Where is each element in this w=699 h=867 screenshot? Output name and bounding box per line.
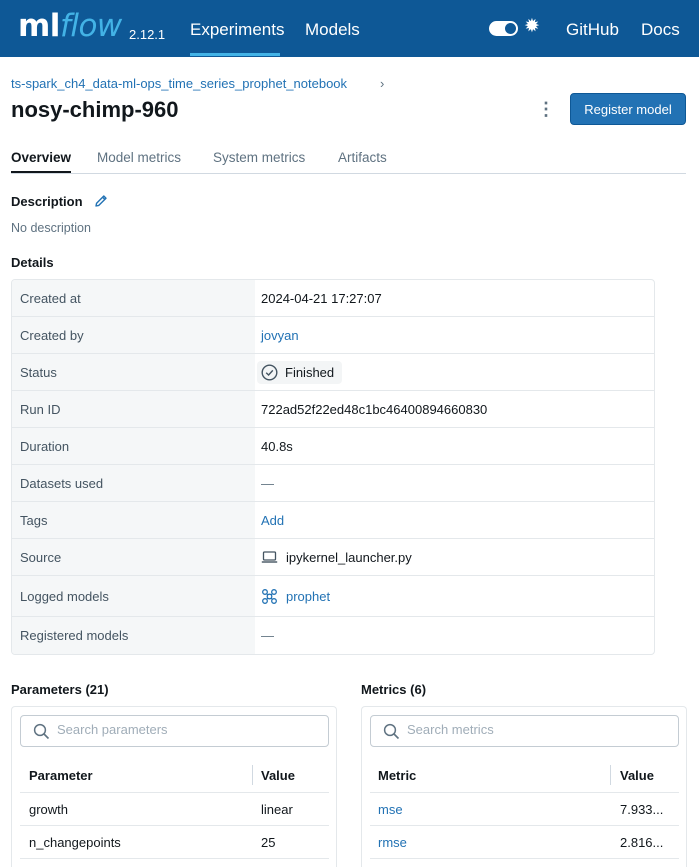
details-label: Created by	[12, 317, 255, 353]
metric-name-link[interactable]: rmse	[378, 835, 407, 850]
details-row-tags: Tags Add	[12, 502, 654, 539]
sun-icon: ✹	[524, 16, 540, 37]
metric-value: 2.816...	[620, 835, 664, 850]
nav-docs[interactable]: Docs	[641, 20, 680, 40]
details-label: Created at	[12, 280, 255, 316]
details-label: Source	[12, 539, 255, 575]
add-tag-link[interactable]: Add	[261, 502, 284, 538]
metric-value: 7.933...	[620, 802, 664, 817]
metric-name-link[interactable]: mse	[378, 802, 403, 817]
parameters-search[interactable]	[20, 715, 329, 747]
models-icon	[262, 588, 277, 604]
page-title: nosy-chimp-960	[11, 97, 179, 122]
details-heading: Details	[11, 255, 54, 270]
details-row-created-by: Created by jovyan	[12, 317, 654, 354]
details-label: Registered models	[12, 617, 255, 654]
run-id-value: 722ad52f22ed48c1bc46400894660830	[261, 401, 488, 417]
details-label: Status	[12, 354, 255, 390]
kebab-menu-icon[interactable]: ⋮	[537, 99, 555, 119]
dark-mode-toggle[interactable]	[489, 21, 518, 36]
datasets-value: —	[261, 475, 274, 491]
column-header-parameter[interactable]: Parameter	[29, 768, 93, 783]
source-value[interactable]: ipykernel_launcher.py	[286, 550, 412, 565]
laptop-icon	[261, 551, 278, 563]
table-row: n_changepoints 25	[20, 826, 329, 859]
source-cell: ipykernel_launcher.py	[261, 539, 412, 575]
description-text: No description	[11, 221, 91, 235]
tab-model-metrics[interactable]: Model metrics	[97, 150, 181, 165]
column-header-value[interactable]: Value	[261, 768, 295, 783]
details-label: Datasets used	[12, 465, 255, 501]
parameters-search-input[interactable]	[57, 722, 257, 737]
column-divider[interactable]	[610, 765, 611, 785]
nav-active-indicator	[190, 53, 280, 56]
search-icon	[383, 723, 400, 740]
logo-ml: ml	[18, 8, 60, 44]
nav-experiments[interactable]: Experiments	[190, 20, 284, 40]
metrics-heading: Metrics (6)	[361, 682, 427, 697]
parameter-name: n_changepoints	[29, 835, 121, 850]
tab-system-metrics[interactable]: System metrics	[213, 150, 305, 165]
top-nav-bar: mlflow 2.12.1 Experiments Models ✹ GitHu…	[0, 0, 699, 57]
details-label: Duration	[12, 428, 255, 464]
registered-models-value: —	[261, 628, 274, 643]
tab-active-indicator	[11, 171, 71, 173]
parameters-panel: Parameter Value growth linear n_changepo…	[11, 706, 337, 867]
parameter-value: linear	[261, 802, 293, 817]
metrics-table-header: Metric Value	[370, 761, 679, 793]
description-heading: Description	[11, 194, 83, 209]
nav-models[interactable]: Models	[305, 20, 360, 40]
status-cell: Finished	[257, 354, 343, 390]
check-circle-icon	[261, 363, 278, 381]
parameter-name: growth	[29, 802, 69, 817]
created-at-value: 2024-04-21 17:27:07	[261, 290, 382, 306]
metrics-search-input[interactable]	[407, 722, 607, 737]
parameters-table-header: Parameter Value	[20, 761, 329, 793]
metrics-search[interactable]	[370, 715, 679, 747]
breadcrumb-experiment[interactable]: ts-spark_ch4_data-ml-ops_time_series_pro…	[11, 76, 347, 91]
details-table: Created at 2024-04-21 17:27:07 Created b…	[11, 279, 655, 655]
version-label: 2.12.1	[129, 27, 166, 42]
table-row: rmse 2.816...	[370, 826, 679, 859]
tab-overview[interactable]: Overview	[11, 150, 71, 165]
tab-artifacts[interactable]: Artifacts	[338, 150, 387, 165]
duration-value: 40.8s	[261, 438, 293, 454]
status-badge: Finished	[257, 360, 343, 384]
column-divider[interactable]	[252, 765, 253, 785]
parameter-value: 25	[261, 835, 276, 850]
details-row-registered-models: Registered models —	[12, 617, 654, 654]
created-by-link[interactable]: jovyan	[261, 317, 299, 353]
details-row-duration: Duration 40.8s	[12, 428, 654, 465]
edit-pencil-icon[interactable]	[93, 193, 109, 209]
mlflow-logo[interactable]: mlflow	[18, 8, 122, 44]
details-label: Run ID	[12, 391, 255, 427]
column-header-value[interactable]: Value	[620, 768, 654, 783]
metrics-panel: Metric Value mse 7.933... rmse 2.816...	[361, 706, 687, 867]
search-icon	[33, 723, 50, 740]
logged-models-cell: prophet	[261, 576, 330, 616]
status-text: Finished	[285, 364, 335, 380]
details-row-logged-models: Logged models prophet	[12, 576, 654, 617]
run-tabs: Overview Model metrics System metrics Ar…	[11, 150, 686, 174]
parameters-heading: Parameters (21)	[11, 682, 109, 697]
details-row-created-at: Created at 2024-04-21 17:27:07	[12, 280, 654, 317]
table-row: growth linear	[20, 793, 329, 826]
nav-github[interactable]: GitHub	[566, 20, 619, 40]
details-row-status: Status Finished	[12, 354, 654, 391]
logo-flow: flow	[59, 8, 122, 44]
register-model-button[interactable]: Register model	[570, 93, 686, 125]
details-row-source: Source ipykernel_launcher.py	[12, 539, 654, 576]
details-row-datasets: Datasets used —	[12, 465, 654, 502]
logged-model-link[interactable]: prophet	[286, 589, 330, 604]
table-row: mse 7.933...	[370, 793, 679, 826]
details-label: Logged models	[12, 576, 255, 616]
details-label: Tags	[12, 502, 255, 538]
chevron-right-icon: ›	[380, 76, 385, 91]
details-row-run-id: Run ID 722ad52f22ed48c1bc46400894660830	[12, 391, 654, 428]
column-header-metric[interactable]: Metric	[378, 768, 416, 783]
